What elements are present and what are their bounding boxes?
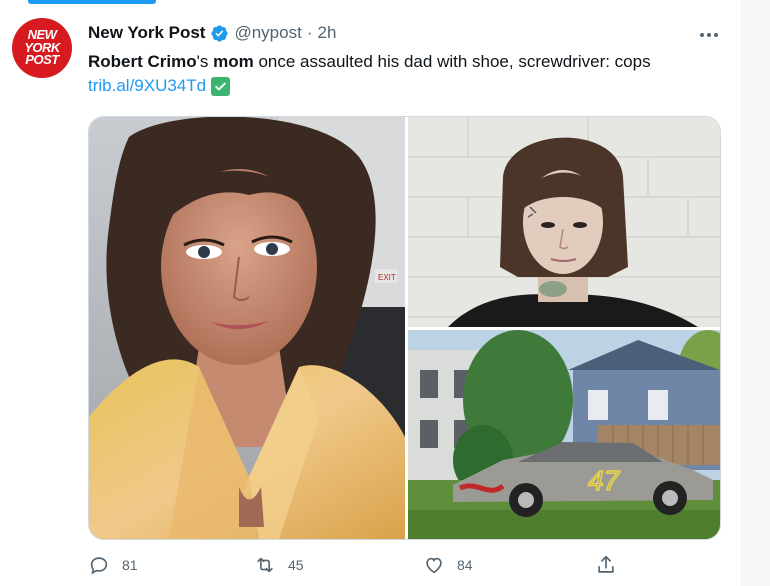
- right-gutter: [741, 0, 770, 586]
- tweet[interactable]: NEW YORK POST New York Post @nypost · 2h…: [0, 0, 741, 586]
- check-emoji-icon: [211, 76, 231, 96]
- tweet-header: New York Post @nypost · 2h: [88, 23, 336, 43]
- retweet-button[interactable]: 45: [254, 554, 304, 576]
- exit-sign: EXIT: [378, 273, 396, 282]
- photo-house-car[interactable]: 47: [408, 330, 720, 539]
- text-bold-mom: mom: [213, 52, 254, 71]
- tweet-link[interactable]: trib.al/9XU34Td: [88, 76, 206, 96]
- more-icon[interactable]: [694, 26, 724, 44]
- like-count: 84: [457, 557, 473, 573]
- reply-count: 81: [122, 557, 138, 573]
- like-button[interactable]: 84: [423, 554, 473, 576]
- avatar[interactable]: NEW YORK POST: [12, 18, 72, 78]
- tweet-actions: 81 45 84: [88, 548, 728, 582]
- retweet-count: 45: [288, 557, 304, 573]
- text-bold-name: Robert Crimo: [88, 52, 197, 71]
- text-part: once assaulted his dad with shoe, screwd…: [253, 52, 651, 71]
- photo-mugshot[interactable]: [408, 117, 720, 327]
- timestamp[interactable]: 2h: [318, 23, 337, 43]
- car-number: 47: [588, 465, 621, 496]
- verified-badge-icon: [211, 24, 229, 42]
- text-part: 's: [196, 52, 214, 71]
- tweet-link-line: trib.al/9XU34Td: [88, 76, 231, 96]
- like-icon: [426, 557, 442, 574]
- share-icon: [598, 555, 614, 573]
- photo-selfie[interactable]: EXIT: [89, 117, 405, 539]
- handle[interactable]: @nypost: [234, 23, 301, 43]
- tweet-text: Robert Crimo's mom once assaulted his da…: [88, 50, 728, 74]
- reply-icon: [90, 557, 108, 575]
- media-grid: EXIT 47: [88, 116, 721, 540]
- share-button[interactable]: [595, 554, 617, 576]
- reply-button[interactable]: 81: [88, 554, 138, 576]
- display-name[interactable]: New York Post: [88, 23, 205, 43]
- retweet-icon: [257, 557, 273, 573]
- avatar-line-3: POST: [25, 52, 59, 68]
- separator: ·: [306, 23, 313, 42]
